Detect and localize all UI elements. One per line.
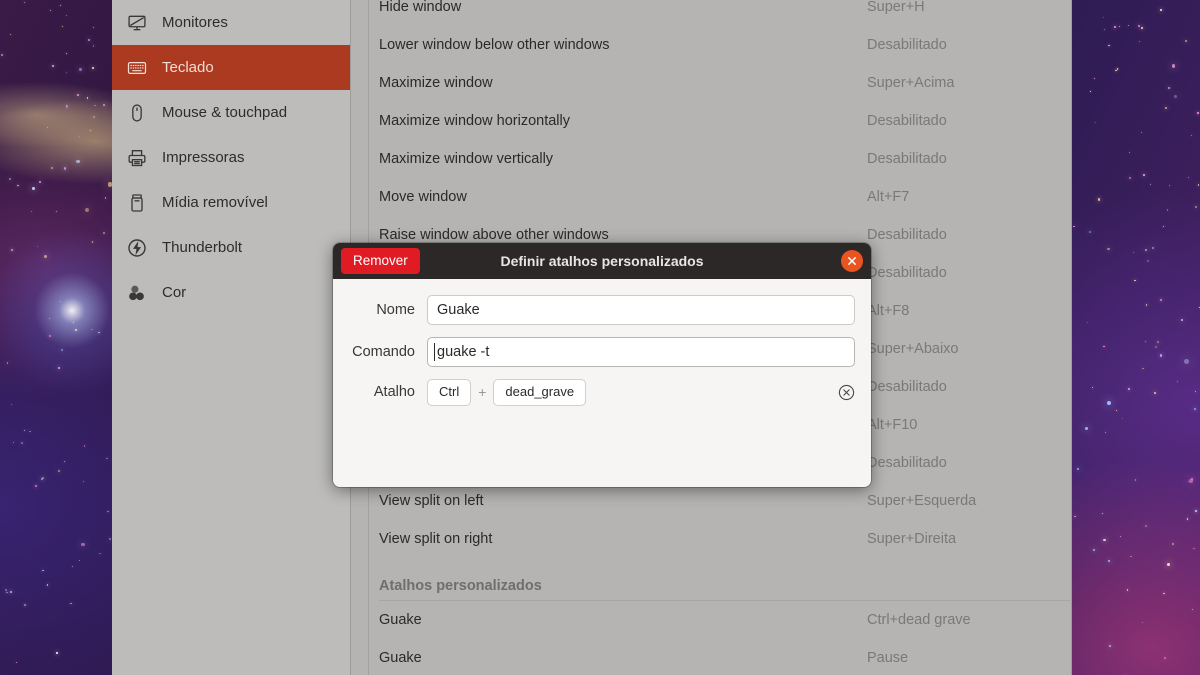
- shortcut-row[interactable]: Hide window Super+H: [369, 0, 1072, 26]
- sidebar-item-midia-removivel[interactable]: Mídia removível: [112, 180, 350, 225]
- shortcut-name: Move window: [379, 189, 467, 205]
- sidebar-item-label: Cor: [162, 284, 187, 301]
- shortcut-value: Alt+F10: [867, 417, 918, 433]
- shortcut-value: Alt+F7: [867, 189, 910, 205]
- shortcut-value: Desabilitado: [867, 151, 947, 167]
- thunderbolt-icon: [126, 237, 148, 259]
- shortcut-name: Maximize window vertically: [379, 151, 554, 167]
- remove-button[interactable]: Remover: [341, 248, 420, 274]
- shortcut-row[interactable]: Guake Pause: [369, 639, 1072, 675]
- shortcut-name: Lower window below other windows: [379, 37, 610, 53]
- shortcut-row[interactable]: Guake Ctrl+dead grave: [369, 601, 1072, 639]
- usb-drive-icon: [126, 192, 148, 214]
- close-icon: [848, 257, 856, 265]
- shortcut-value: Desabilitado: [867, 455, 947, 471]
- sidebar-item-teclado[interactable]: Teclado: [112, 45, 350, 90]
- key-chip-modifier[interactable]: Ctrl: [427, 379, 472, 406]
- sidebar-item-label: Mouse & touchpad: [162, 104, 288, 121]
- keyboard-icon: [126, 57, 148, 79]
- sidebar-item-label: Teclado: [162, 59, 214, 76]
- custom-shortcut-dialog: Remover Definir atalhos personalizados N…: [333, 243, 871, 487]
- key-chip-key[interactable]: dead_grave: [493, 379, 587, 406]
- shortcut-value: Super+H: [867, 0, 925, 15]
- shortcut-value: Super+Direita: [867, 531, 957, 547]
- sidebar-item-impressoras[interactable]: Impressoras: [112, 135, 350, 180]
- printer-icon: [126, 147, 148, 169]
- shortcut-name: Raise window above other windows: [379, 227, 609, 243]
- shortcut-value: Ctrl+dead grave: [867, 612, 971, 628]
- key-separator: +: [478, 384, 487, 401]
- shortcut-value: Alt+F8: [867, 303, 910, 319]
- shortcut-name: Guake: [379, 650, 422, 666]
- sidebar-item-mouse-touchpad[interactable]: Mouse & touchpad: [112, 90, 350, 135]
- command-input-wrap: [427, 337, 855, 367]
- sidebar-item-monitores[interactable]: Monitores: [112, 0, 350, 45]
- mouse-icon: [126, 102, 148, 124]
- shortcut-field-label: Atalho: [373, 384, 415, 401]
- command-input[interactable]: [427, 337, 855, 367]
- shortcut-value: Desabilitado: [867, 265, 947, 281]
- text-caret: [434, 343, 435, 361]
- clear-shortcut-button[interactable]: [838, 384, 855, 401]
- name-field-label: Nome: [376, 302, 415, 318]
- shortcut-name: Maximize window: [379, 75, 493, 91]
- shortcut-name: Guake: [379, 612, 422, 628]
- shortcut-value: Super+Acima: [867, 75, 955, 91]
- shortcut-value: Desabilitado: [867, 37, 947, 53]
- shortcut-name: Maximize window horizontally: [379, 113, 570, 129]
- shortcut-value: Desabilitado: [867, 113, 947, 129]
- shortcut-value: Pause: [867, 650, 909, 666]
- sidebar-item-label: Monitores: [162, 14, 228, 31]
- color-icon: [126, 282, 148, 304]
- close-button[interactable]: [841, 250, 863, 272]
- sidebar-item-label: Thunderbolt: [162, 239, 243, 256]
- shortcut-row[interactable]: View split on right Super+Direita: [369, 520, 1072, 558]
- shortcut-group-heading: Atalhos personalizados: [379, 578, 542, 594]
- shortcut-name: Hide window: [379, 0, 462, 15]
- sidebar-item-thunderbolt[interactable]: Thunderbolt: [112, 225, 350, 270]
- dialog-header: Remover Definir atalhos personalizados: [333, 243, 871, 279]
- shortcut-row[interactable]: Maximize window Super+Acima: [369, 64, 1072, 102]
- shortcut-value: Desabilitado: [867, 379, 947, 395]
- sidebar-item-cor[interactable]: Cor: [112, 270, 350, 315]
- shortcut-key-chips[interactable]: Ctrl + dead_grave: [427, 379, 838, 406]
- shortcut-row[interactable]: View split on left Super+Esquerda: [369, 482, 1072, 520]
- shortcut-value: Desabilitado: [867, 227, 947, 243]
- shortcut-row[interactable]: Lower window below other windows Desabili…: [369, 26, 1072, 64]
- command-field-label: Comando: [352, 344, 415, 360]
- sidebar-item-label: Mídia removível: [162, 194, 268, 211]
- shortcut-row[interactable]: Maximize window horizontally Desabilitado: [369, 102, 1072, 140]
- sidebar-item-label: Impressoras: [162, 149, 245, 166]
- shortcut-name: View split on left: [379, 493, 484, 509]
- command-field-row: Comando: [349, 337, 855, 367]
- shortcut-field-row: Atalho Ctrl + dead_grave: [349, 379, 855, 406]
- settings-sidebar: Monitores Teclado Mouse & touchpad Impre…: [112, 0, 351, 675]
- dialog-body: Nome Comando Atalho Ctrl + dead_grave: [333, 279, 871, 487]
- clear-circle-icon: [838, 384, 855, 401]
- monitor-icon: [126, 12, 148, 34]
- shortcut-name: View split on right: [379, 531, 493, 547]
- name-field-row: Nome: [349, 295, 855, 325]
- shortcut-row[interactable]: Move window Alt+F7: [369, 178, 1072, 216]
- shortcut-value: Super+Esquerda: [867, 493, 977, 509]
- shortcut-value: Super+Abaixo: [867, 341, 959, 357]
- shortcut-row[interactable]: Maximize window vertically Desabilitado: [369, 140, 1072, 178]
- name-input[interactable]: [427, 295, 855, 325]
